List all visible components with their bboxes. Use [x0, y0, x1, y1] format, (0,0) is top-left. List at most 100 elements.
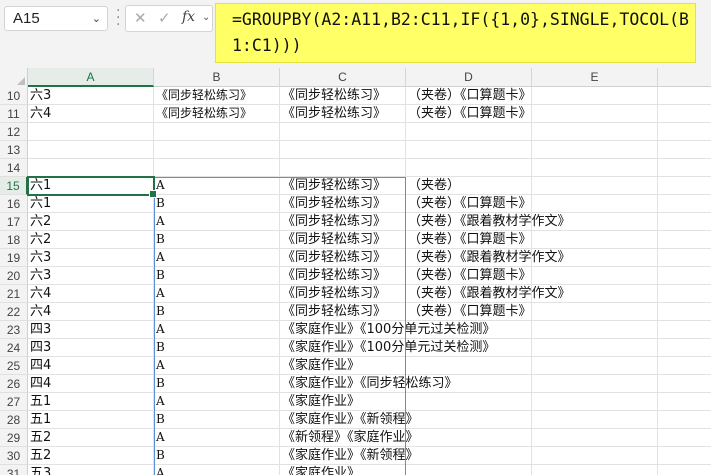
- cell-c[interactable]: [280, 123, 406, 141]
- cell-f[interactable]: [658, 123, 711, 141]
- insert-function-icon[interactable]: fx: [182, 9, 195, 25]
- cell-e[interactable]: [532, 447, 658, 465]
- cell-b[interactable]: A: [154, 321, 280, 339]
- cell-e[interactable]: [532, 393, 658, 411]
- cell-a[interactable]: 五1: [28, 393, 154, 411]
- chevron-down-icon[interactable]: ⌄: [92, 12, 101, 25]
- cell-b[interactable]: B: [154, 411, 280, 429]
- cell-c[interactable]: 《家庭作业》《新领程》: [280, 447, 419, 465]
- row-header[interactable]: 27: [0, 393, 28, 411]
- cell-e[interactable]: [532, 339, 658, 357]
- row-header[interactable]: 18: [0, 231, 28, 249]
- cell-e[interactable]: [532, 123, 658, 141]
- cell-b[interactable]: B: [154, 339, 280, 357]
- cell-a[interactable]: [28, 141, 154, 159]
- cell-e[interactable]: [532, 465, 658, 475]
- cell-d[interactable]: [406, 159, 532, 177]
- cell-d[interactable]: [406, 447, 532, 465]
- cell-d[interactable]: （夹卷）《跟着教材学作文》: [406, 285, 571, 303]
- cell-b[interactable]: A: [154, 357, 280, 375]
- cell-b[interactable]: A: [154, 465, 280, 475]
- cell-f[interactable]: [658, 393, 711, 411]
- row-header[interactable]: 12: [0, 123, 28, 141]
- cell-e[interactable]: [532, 87, 658, 105]
- cell-c[interactable]: [280, 159, 406, 177]
- select-all-button[interactable]: [0, 68, 28, 87]
- drag-handle-icon[interactable]: · · ·: [116, 4, 120, 32]
- cell-f[interactable]: [658, 429, 711, 447]
- cell-f[interactable]: [658, 105, 711, 123]
- row-header[interactable]: 20: [0, 267, 28, 285]
- cell-f[interactable]: [658, 357, 711, 375]
- cell-a[interactable]: 六1: [28, 177, 154, 195]
- cell-f[interactable]: [658, 375, 711, 393]
- row-header[interactable]: 10: [0, 87, 28, 105]
- cell-a[interactable]: 五2: [28, 447, 154, 465]
- cell-e[interactable]: [532, 429, 658, 447]
- cell-d[interactable]: [406, 411, 532, 429]
- cell-c[interactable]: 《同步轻松练习》: [280, 177, 406, 195]
- cell-f[interactable]: [658, 411, 711, 429]
- cell-a[interactable]: [28, 123, 154, 141]
- cell-c[interactable]: 《同步轻松练习》: [280, 285, 406, 303]
- row-header[interactable]: 16: [0, 195, 28, 213]
- column-header-d[interactable]: D: [406, 68, 532, 87]
- cell-e[interactable]: [532, 141, 658, 159]
- cell-a[interactable]: 六4: [28, 105, 154, 123]
- cell-d[interactable]: [406, 393, 532, 411]
- row-header[interactable]: 26: [0, 375, 28, 393]
- row-header[interactable]: 30: [0, 447, 28, 465]
- cell-b[interactable]: B: [154, 231, 280, 249]
- cell-f[interactable]: [658, 213, 711, 231]
- cell-c[interactable]: 《家庭作业》: [280, 357, 406, 375]
- cell-d[interactable]: （夹卷）《口算题卡》: [406, 87, 532, 105]
- cell-b[interactable]: A: [154, 393, 280, 411]
- column-header-e[interactable]: E: [532, 68, 658, 87]
- row-header[interactable]: 24: [0, 339, 28, 357]
- cell-c[interactable]: 《家庭作业》《100分单元过关检测》: [280, 339, 495, 357]
- cell-e[interactable]: [532, 231, 658, 249]
- cell-f[interactable]: [658, 267, 711, 285]
- name-box[interactable]: A15 ⌄: [4, 6, 108, 31]
- cell-a[interactable]: 五3: [28, 465, 154, 475]
- cell-f[interactable]: [658, 87, 711, 105]
- cell-a[interactable]: 四4: [28, 375, 154, 393]
- row-header[interactable]: 28: [0, 411, 28, 429]
- enter-icon[interactable]: ✓: [158, 9, 171, 27]
- cell-a[interactable]: 六2: [28, 231, 154, 249]
- cell-c[interactable]: 《家庭作业》《同步轻松练习》: [280, 375, 458, 393]
- cell-f[interactable]: [658, 339, 711, 357]
- cell-b[interactable]: A: [154, 213, 280, 231]
- cell-f[interactable]: [658, 465, 711, 475]
- row-header[interactable]: 19: [0, 249, 28, 267]
- cell-c[interactable]: 《同步轻松练习》: [280, 249, 406, 267]
- cell-d[interactable]: （夹卷）《跟着教材学作文》: [406, 213, 571, 231]
- cell-c[interactable]: 《同步轻松练习》: [280, 303, 406, 321]
- row-header[interactable]: 22: [0, 303, 28, 321]
- cell-f[interactable]: [658, 447, 711, 465]
- cell-b[interactable]: B: [154, 447, 280, 465]
- cell-c[interactable]: 《同步轻松练习》: [280, 195, 406, 213]
- cell-f[interactable]: [658, 141, 711, 159]
- row-header[interactable]: 31: [0, 465, 28, 475]
- cell-e[interactable]: [532, 267, 658, 285]
- cell-c[interactable]: 《家庭作业》: [280, 465, 406, 475]
- cell-a[interactable]: 六4: [28, 303, 154, 321]
- cell-a[interactable]: 四3: [28, 321, 154, 339]
- cell-b[interactable]: A: [154, 177, 280, 195]
- row-header[interactable]: 23: [0, 321, 28, 339]
- cell-f[interactable]: [658, 177, 711, 195]
- cell-a[interactable]: 六4: [28, 285, 154, 303]
- cell-f[interactable]: [658, 249, 711, 267]
- cell-a[interactable]: 四4: [28, 357, 154, 375]
- cell-d[interactable]: （夹卷）《口算题卡》: [406, 231, 532, 249]
- cell-c[interactable]: 《家庭作业》: [280, 393, 406, 411]
- cell-d[interactable]: [406, 357, 532, 375]
- cell-c[interactable]: 《同步轻松练习》: [280, 105, 406, 123]
- cell-e[interactable]: [532, 195, 658, 213]
- chevron-down-icon[interactable]: ⌄: [202, 12, 210, 23]
- column-header-f[interactable]: [658, 68, 711, 87]
- cell-d[interactable]: （夹卷）《口算题卡》: [406, 303, 532, 321]
- cell-a[interactable]: 五1: [28, 411, 154, 429]
- row-header[interactable]: 21: [0, 285, 28, 303]
